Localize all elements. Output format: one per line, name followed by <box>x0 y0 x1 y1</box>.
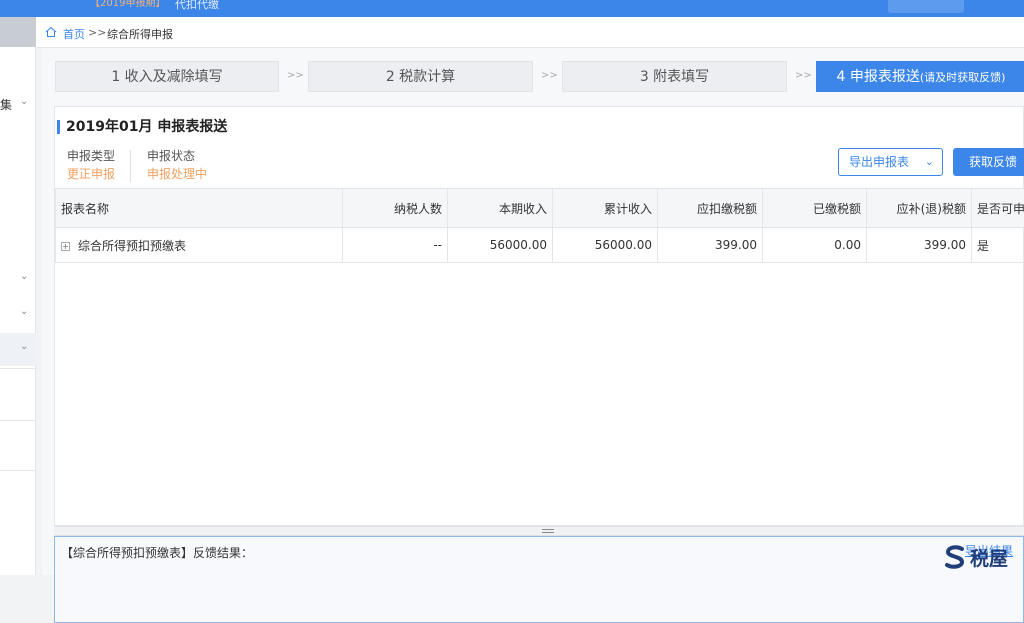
step-attachments[interactable]: 3 附表填写 <box>562 61 787 92</box>
col-header-declarable: 是否可申 <box>972 189 1024 228</box>
col-header-cumulative-income: 累计收入 <box>553 189 658 228</box>
sidebar: 采集 ⌄ ⌄ ⌄ ⌄ <box>0 17 36 575</box>
report-panel: 2019年01月 申报表报送 申报类型 更正申报 申报状态 申报处理中 导出申报… <box>54 106 1024 526</box>
sidebar-header <box>0 17 36 47</box>
top-bar-button[interactable] <box>888 0 964 13</box>
home-icon[interactable] <box>45 26 57 38</box>
step-label: 1 收入及减除填写 <box>111 69 222 85</box>
cell-declarable: 是 <box>972 228 1024 263</box>
cell-tax-payable: 399.00 <box>658 228 763 263</box>
page-title: 2019年01月 申报表报送 <box>57 120 227 134</box>
chevron-down-icon: ⌄ <box>925 149 934 175</box>
step-tax-calc[interactable]: 2 税款计算 <box>308 61 533 92</box>
step-arrow: >> <box>287 70 304 81</box>
cell-tax-paid: 0.00 <box>763 228 867 263</box>
col-header-taxpayers: 纳税人数 <box>343 189 448 228</box>
watermark-text: 税屋 <box>970 544 1008 571</box>
chevron-down-icon: ⌄ <box>20 271 28 282</box>
step-label: 2 税款计算 <box>386 69 455 85</box>
declare-type-value: 更正申报 <box>67 165 115 182</box>
chevron-down-icon: ⌄ <box>20 96 28 107</box>
cell-taxpayers: -- <box>343 228 448 263</box>
logo-s-icon <box>942 544 968 570</box>
drag-handle-icon[interactable] <box>542 529 554 533</box>
expand-icon[interactable]: + <box>61 242 70 251</box>
col-header-tax-paid: 已缴税额 <box>763 189 867 228</box>
table-header-row: 报表名称 纳税人数 本期收入 累计收入 应扣缴税额 已缴税额 应补(退)税额 是… <box>56 189 1024 228</box>
col-header-tax-due: 应补(退)税额 <box>867 189 972 228</box>
sidebar-divider <box>0 368 36 369</box>
feedback-panel: 【综合所得预扣预缴表】反馈结果： 导出结果 <box>54 536 1024 623</box>
top-nav-label[interactable]: 代扣代缴 <box>175 0 219 12</box>
cell-tax-due: 399.00 <box>867 228 972 263</box>
main-content: 1 收入及减除填写 >> 2 税款计算 >> 3 附表填写 >> 4 申报表报送… <box>42 48 1024 575</box>
sidebar-item-label: 采集 <box>0 96 12 113</box>
watermark-logo: 税屋 <box>942 544 968 570</box>
breadcrumb-home-link[interactable]: 首页 <box>63 26 85 42</box>
table-row[interactable]: + 综合所得预扣预缴表 -- 56000.00 56000.00 399.00 0… <box>56 228 1024 263</box>
step-arrow: >> <box>795 70 812 81</box>
step-income[interactable]: 1 收入及减除填写 <box>55 61 279 92</box>
declare-type-label: 申报类型 <box>67 147 115 164</box>
sidebar-item-4[interactable]: ⌄ <box>0 333 36 366</box>
panel-splitter[interactable] <box>54 526 1024 536</box>
sidebar-item-collect[interactable]: 采集 ⌄ <box>0 90 36 120</box>
chevron-down-icon: ⌄ <box>20 341 28 352</box>
chevron-down-icon: ⌄ <box>20 306 28 317</box>
sidebar-item-2[interactable]: ⌄ <box>0 265 36 295</box>
meta-divider <box>130 150 131 182</box>
export-report-label: 导出申报表 <box>849 155 909 169</box>
step-note: (请及时获取反馈) <box>920 71 1006 84</box>
report-table: 报表名称 纳税人数 本期收入 累计收入 应扣缴税额 已缴税额 应补(退)税额 是… <box>55 188 1024 263</box>
step-label: 3 附表填写 <box>640 69 709 85</box>
breadcrumb-current: 综合所得申报 <box>107 26 173 42</box>
sidebar-divider <box>0 470 36 471</box>
get-feedback-button[interactable]: 获取反馈 <box>953 148 1024 176</box>
top-bar: 【2019申报期】 代扣代缴 <box>0 0 1024 17</box>
breadcrumb: 首页 >> 综合所得申报 <box>36 17 1024 48</box>
step-arrow: >> <box>541 70 558 81</box>
export-report-button[interactable]: 导出申报表 ⌄ <box>838 148 943 176</box>
step-label: 4 申报表报送 <box>837 69 920 85</box>
cell-current-income: 56000.00 <box>448 228 553 263</box>
feedback-title: 【综合所得预扣预缴表】反馈结果： <box>61 544 253 561</box>
cell-report-name: + 综合所得预扣预缴表 <box>56 228 343 263</box>
step-submit[interactable]: 4 申报表报送(请及时获取反馈) <box>816 61 1024 92</box>
period-badge: 【2019申报期】 <box>90 0 165 9</box>
col-header-current-income: 本期收入 <box>448 189 553 228</box>
sidebar-item-3[interactable]: ⌄ <box>0 300 36 330</box>
declare-status-label: 申报状态 <box>147 147 195 164</box>
cell-cumulative-income: 56000.00 <box>553 228 658 263</box>
sidebar-divider <box>0 420 36 421</box>
col-header-tax-payable: 应扣缴税额 <box>658 189 763 228</box>
report-name-text: 综合所得预扣预缴表 <box>78 239 186 253</box>
breadcrumb-separator: >> <box>88 26 106 39</box>
declare-status-value: 申报处理中 <box>147 165 207 182</box>
col-header-report-name: 报表名称 <box>56 189 343 228</box>
